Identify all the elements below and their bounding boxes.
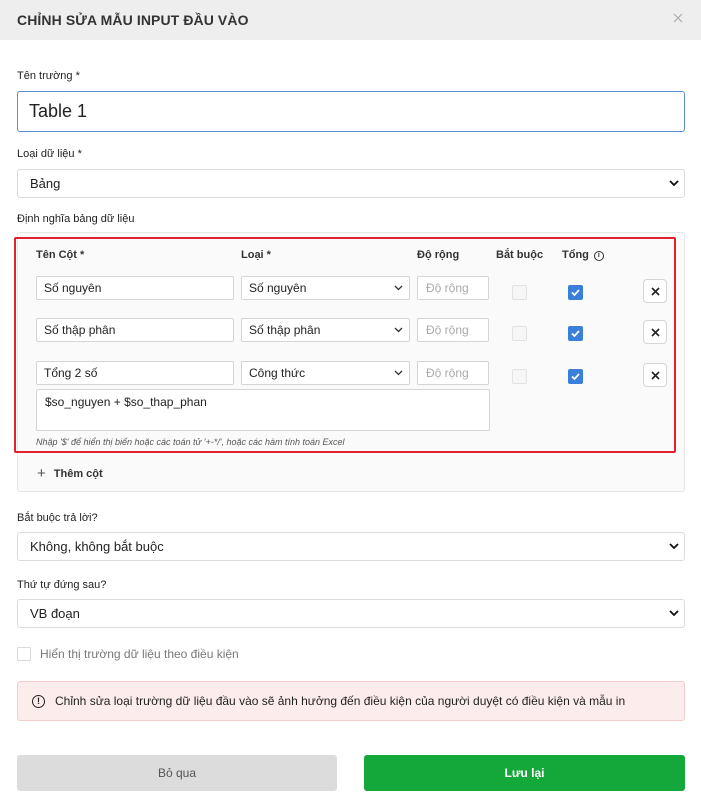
column-name-input[interactable]: Số nguyên: [36, 276, 234, 300]
chevron-down-icon: [668, 533, 680, 560]
header-column-total: Tổng i: [562, 249, 604, 261]
data-type-value: Bảng: [30, 176, 61, 191]
chevron-down-icon: [394, 277, 403, 299]
warning-banner: ! Chỉnh sửa loại trường dữ liệu đầu vào …: [17, 681, 685, 721]
column-name-input[interactable]: Số thập phân: [36, 318, 234, 342]
required-answer-value: Không, không bắt buộc: [30, 539, 164, 554]
total-checkbox[interactable]: [568, 285, 583, 300]
column-type-value: Số nguyên: [249, 281, 307, 295]
chevron-down-icon: [394, 319, 403, 341]
formula-hint: Nhập '$' để hiển thị biến hoặc các toán …: [36, 437, 345, 447]
column-width-input[interactable]: Độ rộng: [417, 318, 489, 342]
remove-column-button[interactable]: [643, 320, 667, 344]
close-icon: [650, 286, 660, 296]
field-name-input[interactable]: Table 1: [17, 91, 685, 132]
add-column-button[interactable]: + Thêm cột: [37, 465, 103, 482]
chevron-down-icon: [394, 362, 403, 384]
plus-icon: +: [37, 465, 46, 482]
chevron-down-icon: [668, 600, 680, 627]
data-type-select[interactable]: Bảng: [17, 169, 685, 198]
header-column-width: Độ rộng: [417, 249, 460, 261]
order-after-label: Thứ tự đứng sau?: [17, 579, 107, 591]
header-column-required: Bắt buộc: [496, 249, 544, 261]
remove-column-button[interactable]: [643, 279, 667, 303]
cancel-button[interactable]: Bỏ qua: [17, 755, 337, 791]
table-def-label: Định nghĩa bảng dữ liệu: [17, 213, 135, 225]
data-type-label: Loại dữ liệu *: [17, 148, 82, 160]
close-icon: [650, 370, 660, 380]
order-after-value: VB đoạn: [30, 606, 80, 621]
checkbox-box[interactable]: [17, 647, 31, 661]
chevron-down-icon: [668, 170, 680, 197]
required-checkbox[interactable]: [512, 369, 527, 384]
save-button[interactable]: Lưu lại: [364, 755, 685, 791]
required-checkbox[interactable]: [512, 285, 527, 300]
modal-header: CHỈNH SỬA MẪU INPUT ĐẦU VÀO: [0, 0, 701, 40]
column-type-value: Công thức: [249, 366, 306, 380]
modal-title: CHỈNH SỬA MẪU INPUT ĐẦU VÀO: [17, 12, 249, 28]
info-icon[interactable]: i: [593, 250, 604, 261]
required-answer-select[interactable]: Không, không bắt buộc: [17, 532, 685, 561]
field-name-label: Tên trường *: [17, 70, 80, 82]
header-column-name: Tên Cột *: [36, 249, 85, 261]
column-width-input[interactable]: Độ rộng: [417, 276, 489, 300]
column-width-input[interactable]: Độ rộng: [417, 361, 489, 385]
formula-input[interactable]: $so_nguyen + $so_thap_phan: [36, 389, 490, 431]
warning-text: Chỉnh sửa loại trường dữ liệu đầu vào sẽ…: [55, 694, 626, 708]
remove-column-button[interactable]: [643, 363, 667, 387]
column-name-input[interactable]: Tổng 2 số: [36, 361, 234, 385]
close-icon[interactable]: [669, 10, 687, 28]
conditional-display-checkbox[interactable]: Hiển thị trường dữ liệu theo điều kiện: [17, 647, 239, 661]
header-column-type: Loại *: [241, 249, 271, 261]
order-after-select[interactable]: VB đoạn: [17, 599, 685, 628]
close-icon: [650, 327, 660, 337]
column-type-select[interactable]: Số thập phân: [241, 318, 410, 342]
warning-icon: !: [32, 694, 45, 708]
header-total-label: Tổng: [562, 249, 589, 261]
add-column-label: Thêm cột: [53, 467, 103, 480]
required-answer-label: Bắt buộc trả lời?: [17, 512, 98, 524]
required-checkbox[interactable]: [512, 326, 527, 341]
column-type-select[interactable]: Số nguyên: [241, 276, 410, 300]
column-type-select[interactable]: Công thức: [241, 361, 410, 385]
column-type-value: Số thập phân: [249, 323, 321, 337]
total-checkbox[interactable]: [568, 369, 583, 384]
total-checkbox[interactable]: [568, 326, 583, 341]
conditional-display-label: Hiển thị trường dữ liệu theo điều kiện: [40, 647, 239, 661]
